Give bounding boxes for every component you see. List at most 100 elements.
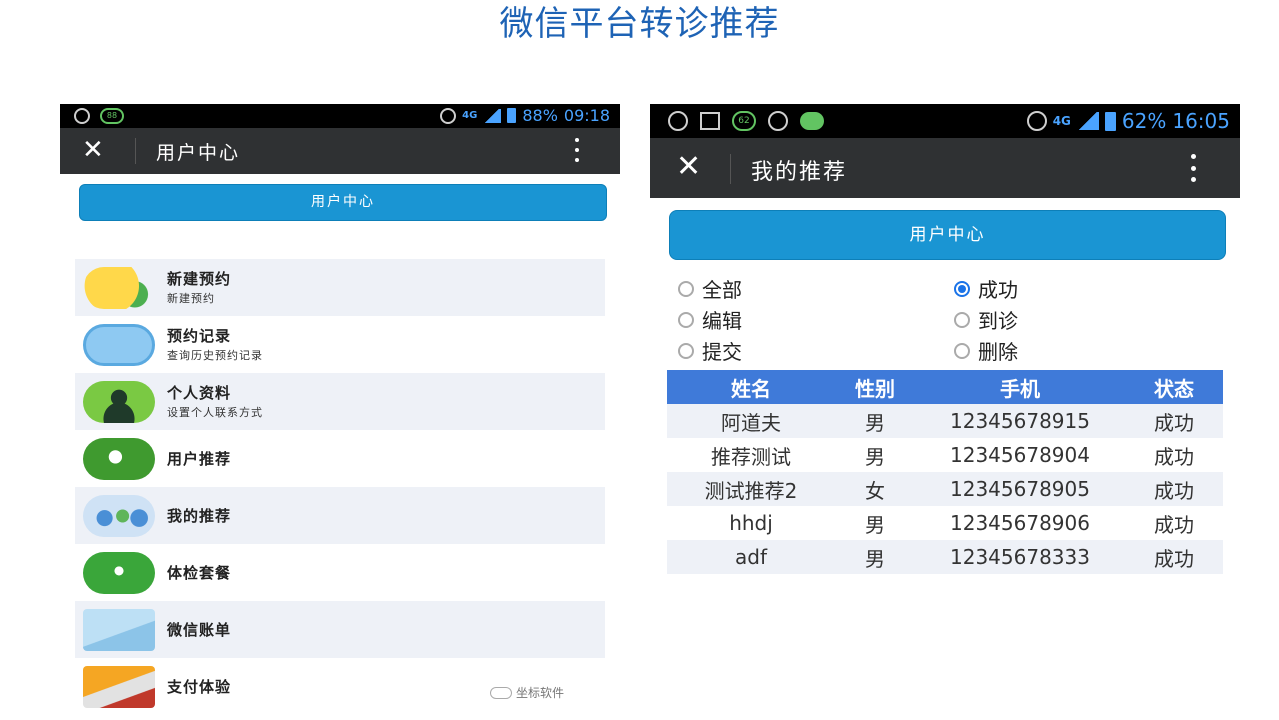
more-menu-icon[interactable] bbox=[1190, 154, 1196, 182]
cell-phone: 12345678904 bbox=[950, 443, 1090, 467]
phone-user-center: 88 4G 88% 09:18 ✕ 用户中心 用户中心 新建预约 新建预约 预约… bbox=[60, 104, 620, 720]
menu-item-title: 用户推荐 bbox=[167, 450, 232, 468]
column-header-gender: 性别 bbox=[835, 370, 915, 404]
slide-title: 微信平台转诊推荐 bbox=[499, 4, 780, 44]
signal-icon bbox=[1076, 112, 1099, 130]
cell-phone: 12345678906 bbox=[950, 511, 1090, 535]
menu-item-user-recommend[interactable]: 用户推荐 bbox=[75, 430, 605, 487]
menu-item-title: 新建预约 bbox=[167, 270, 232, 288]
battery-icon bbox=[507, 108, 517, 123]
menu-item-wechat-bill[interactable]: 微信账单 bbox=[75, 601, 605, 658]
filter-submitted[interactable]: 提交 bbox=[678, 336, 742, 365]
radio-icon[interactable] bbox=[954, 342, 970, 359]
filter-label: 全部 bbox=[702, 278, 742, 302]
filter-all[interactable]: 全部 bbox=[678, 274, 742, 303]
menu-item-new-appointment[interactable]: 新建预约 新建预约 bbox=[75, 259, 605, 316]
image-icon bbox=[700, 112, 720, 130]
menu-item-checkup-package[interactable]: 体检套餐 bbox=[75, 544, 605, 601]
radio-icon[interactable] bbox=[954, 311, 970, 328]
cell-name: hhdj bbox=[729, 511, 773, 535]
cell-status: 成功 bbox=[1125, 540, 1223, 574]
menu-item-subtitle: 查询历史预约记录 bbox=[167, 349, 263, 362]
filter-success[interactable]: 成功 bbox=[954, 274, 1018, 303]
table-row[interactable]: hhdj 男 12345678906 成功 bbox=[667, 506, 1223, 540]
table-header-row: 姓名 性别 手机 状态 bbox=[667, 370, 1223, 404]
close-icon[interactable]: ✕ bbox=[676, 150, 701, 184]
watermark-text: 坐标软件 bbox=[516, 686, 565, 700]
filter-label: 删除 bbox=[978, 340, 1018, 364]
close-icon[interactable]: ✕ bbox=[82, 135, 104, 165]
app-bar: ✕ 用户中心 bbox=[60, 128, 620, 174]
alarm-icon bbox=[440, 107, 457, 124]
phone-my-recommend: 62 4G 62% 16:05 ✕ 我的推荐 用户中心 全部 成功 编辑 到诊 … bbox=[650, 104, 1240, 584]
column-header-name: 姓名 bbox=[667, 370, 835, 404]
filter-label: 到诊 bbox=[978, 309, 1018, 333]
cell-phone: 12345678905 bbox=[915, 472, 1125, 506]
menu-item-title: 体检套餐 bbox=[167, 564, 232, 582]
menu-item-title: 我的推荐 bbox=[167, 507, 232, 525]
radio-icon[interactable] bbox=[678, 280, 694, 297]
cell-phone: 12345678333 bbox=[915, 540, 1125, 574]
filter-label: 成功 bbox=[978, 278, 1018, 302]
clock: 16:05 bbox=[1172, 109, 1230, 133]
network-label: 4G bbox=[462, 110, 478, 121]
table-row[interactable]: 推荐测试 男 12345678904 成功 bbox=[667, 438, 1223, 472]
filter-label: 编辑 bbox=[702, 309, 742, 333]
user-add-icon bbox=[83, 438, 155, 480]
table-row[interactable]: adf 男 12345678333 成功 bbox=[667, 540, 1223, 574]
menu-item-title: 预约记录 bbox=[167, 327, 232, 345]
menu-item-title: 微信账单 bbox=[167, 621, 232, 639]
clock: 09:18 bbox=[563, 106, 610, 125]
page-title: 用户中心 bbox=[156, 142, 241, 164]
filter-label: 提交 bbox=[702, 340, 742, 364]
wechat-logo-icon bbox=[490, 686, 512, 699]
cell-name: 测试推荐2 bbox=[667, 472, 835, 506]
table-row[interactable]: 测试推荐2 女 12345678905 成功 bbox=[667, 472, 1223, 506]
cell-name: 推荐测试 bbox=[711, 444, 791, 469]
menu-list: 新建预约 新建预约 预约记录 查询历史预约记录 个人资料 设置个人联系方式 用户… bbox=[75, 259, 605, 715]
divider bbox=[135, 138, 136, 164]
column-header-status: 状态 bbox=[1125, 370, 1223, 404]
radio-icon[interactable] bbox=[678, 342, 694, 359]
cell-gender: 女 bbox=[835, 472, 915, 506]
notification-icon bbox=[74, 108, 90, 124]
cell-status: 成功 bbox=[1125, 472, 1223, 506]
menu-item-profile[interactable]: 个人资料 设置个人联系方式 bbox=[75, 373, 605, 430]
more-menu-icon[interactable] bbox=[574, 138, 580, 162]
wechat-icon bbox=[800, 112, 824, 130]
radio-selected-icon[interactable] bbox=[954, 280, 970, 297]
cell-phone: 12345678915 bbox=[915, 404, 1125, 438]
person-icon bbox=[83, 381, 155, 423]
cell-status: 成功 bbox=[1154, 512, 1194, 537]
battery-level: 62% bbox=[1121, 109, 1167, 133]
menu-item-my-recommend[interactable]: 我的推荐 bbox=[75, 487, 605, 544]
battery-badge-icon: 62 bbox=[732, 111, 756, 131]
alarm-icon bbox=[1026, 111, 1047, 131]
radio-icon[interactable] bbox=[678, 311, 694, 328]
cell-gender: 男 bbox=[865, 444, 885, 469]
battery-icon bbox=[1104, 111, 1116, 131]
cell-name: adf bbox=[667, 540, 835, 574]
table-row[interactable]: 阿道夫 男 12345678915 成功 bbox=[667, 404, 1223, 438]
filter-deleted[interactable]: 删除 bbox=[954, 336, 1018, 365]
filter-edit[interactable]: 编辑 bbox=[678, 305, 742, 334]
filter-visited[interactable]: 到诊 bbox=[954, 305, 1018, 334]
page-title: 我的推荐 bbox=[751, 160, 848, 185]
menu-item-subtitle: 设置个人联系方式 bbox=[167, 406, 263, 419]
menu-item-subtitle: 新建预约 bbox=[167, 292, 215, 305]
runner-icon bbox=[83, 552, 155, 594]
column-header-phone: 手机 bbox=[915, 370, 1125, 404]
cell-gender: 男 bbox=[835, 540, 915, 574]
cell-name: 阿道夫 bbox=[667, 404, 835, 438]
status-filter-group: 全部 成功 编辑 到诊 提交 删除 bbox=[678, 274, 1238, 366]
status-bar: 62 4G 62% 16:05 bbox=[650, 104, 1240, 138]
menu-item-appointment-records[interactable]: 预约记录 查询历史预约记录 bbox=[75, 316, 605, 373]
menu-item-title: 个人资料 bbox=[167, 384, 232, 402]
user-center-button[interactable]: 用户中心 bbox=[669, 210, 1226, 260]
status-bar: 88 4G 88% 09:18 bbox=[60, 104, 620, 128]
battery-level: 88% bbox=[522, 106, 558, 125]
credit-card-icon bbox=[83, 666, 155, 708]
watermark: 坐标软件 bbox=[490, 684, 564, 701]
notification-icon bbox=[668, 111, 688, 131]
user-center-button[interactable]: 用户中心 bbox=[79, 184, 607, 221]
